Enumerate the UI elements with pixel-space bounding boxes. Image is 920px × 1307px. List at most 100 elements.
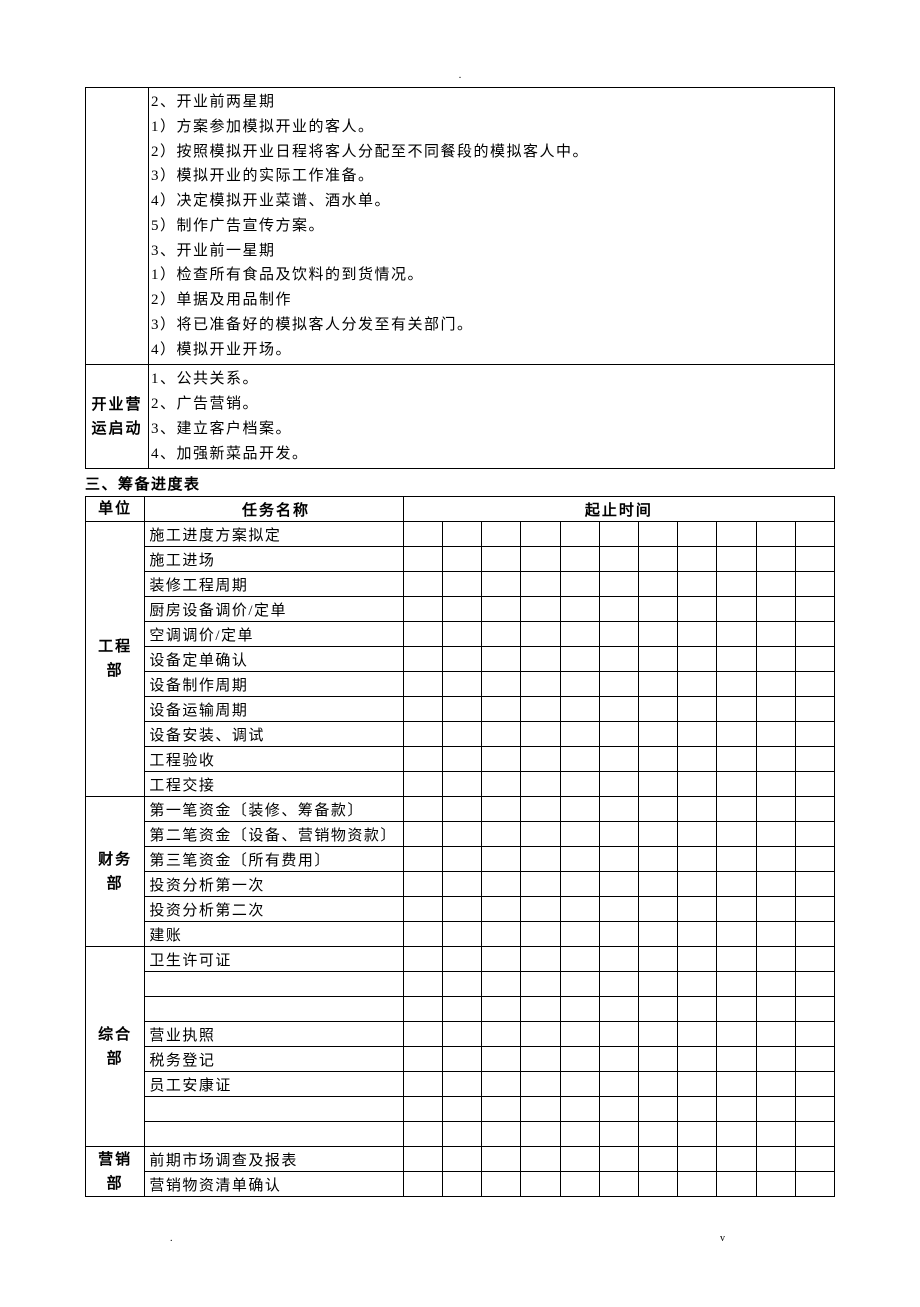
- time-cell: [521, 1022, 560, 1047]
- time-cell: [521, 722, 560, 747]
- time-cell: [482, 647, 521, 672]
- time-cell: [403, 1147, 442, 1172]
- time-cell: [717, 547, 756, 572]
- time-cell: [756, 697, 795, 722]
- time-cell: [599, 1147, 638, 1172]
- time-cell: [482, 722, 521, 747]
- task-cell: 施工进场: [145, 547, 403, 572]
- time-cell: [521, 1122, 560, 1147]
- time-cell: [717, 997, 756, 1022]
- table-row: 建账: [86, 922, 835, 947]
- time-cell: [482, 1072, 521, 1097]
- time-cell: [638, 772, 677, 797]
- time-cell: [482, 897, 521, 922]
- time-cell: [599, 597, 638, 622]
- time-cell: [560, 747, 599, 772]
- time-cell: [521, 1047, 560, 1072]
- time-cell: [717, 747, 756, 772]
- time-cell: [795, 897, 834, 922]
- schedule-table: 单位任务名称起止时间工程部施工进度方案拟定 施工进场 装修工程周期 厨房设备调价…: [85, 496, 835, 1197]
- time-cell: [442, 947, 481, 972]
- time-cell: [795, 822, 834, 847]
- task-cell: 第二笔资金〔设备、营销物资款〕: [145, 822, 403, 847]
- time-cell: [560, 1172, 599, 1197]
- time-cell: [678, 697, 717, 722]
- time-cell: [521, 797, 560, 822]
- task-cell: [145, 972, 403, 997]
- time-cell: [403, 847, 442, 872]
- time-cell: [560, 872, 599, 897]
- time-cell: [599, 1047, 638, 1072]
- time-cell: [756, 872, 795, 897]
- table-row: [86, 1097, 835, 1122]
- footer: . v: [85, 1233, 835, 1247]
- table-row: 第三笔资金〔所有费用〕: [86, 847, 835, 872]
- time-cell: [403, 1122, 442, 1147]
- header-unit: 单位: [86, 497, 145, 522]
- time-cell: [403, 897, 442, 922]
- time-cell: [638, 722, 677, 747]
- table-row: 税务登记: [86, 1047, 835, 1072]
- time-cell: [638, 622, 677, 647]
- stage-label: 开业营运启动: [86, 365, 149, 469]
- time-cell: [442, 922, 481, 947]
- stage-label: [86, 88, 149, 365]
- time-cell: [521, 847, 560, 872]
- table-row: 空调调价/定单: [86, 622, 835, 647]
- time-cell: [678, 597, 717, 622]
- time-cell: [442, 1097, 481, 1122]
- time-cell: [560, 647, 599, 672]
- time-cell: [482, 747, 521, 772]
- time-cell: [795, 872, 834, 897]
- time-cell: [638, 1022, 677, 1047]
- time-cell: [599, 672, 638, 697]
- time-cell: [521, 822, 560, 847]
- task-cell: 设备定单确认: [145, 647, 403, 672]
- time-cell: [638, 822, 677, 847]
- time-cell: [756, 1047, 795, 1072]
- task-cell: 前期市场调查及报表: [145, 1147, 403, 1172]
- time-cell: [482, 822, 521, 847]
- time-cell: [442, 997, 481, 1022]
- time-cell: [717, 1022, 756, 1047]
- time-cell: [678, 1097, 717, 1122]
- time-cell: [638, 697, 677, 722]
- section3-title: 三、筹备进度表: [85, 473, 835, 494]
- time-cell: [756, 772, 795, 797]
- time-cell: [795, 1047, 834, 1072]
- time-cell: [599, 947, 638, 972]
- time-cell: [756, 547, 795, 572]
- time-cell: [638, 1147, 677, 1172]
- header-task: 任务名称: [145, 497, 403, 522]
- time-cell: [560, 897, 599, 922]
- task-cell: 设备制作周期: [145, 672, 403, 697]
- time-cell: [403, 647, 442, 672]
- table-row: 营销部前期市场调查及报表: [86, 1147, 835, 1172]
- time-cell: [442, 872, 481, 897]
- time-cell: [403, 947, 442, 972]
- time-cell: [678, 647, 717, 672]
- time-cell: [442, 522, 481, 547]
- task-cell: 第三笔资金〔所有费用〕: [145, 847, 403, 872]
- time-cell: [795, 947, 834, 972]
- time-cell: [717, 1097, 756, 1122]
- time-cell: [599, 547, 638, 572]
- time-cell: [442, 672, 481, 697]
- time-cell: [482, 1047, 521, 1072]
- table-row: 第二笔资金〔设备、营销物资款〕: [86, 822, 835, 847]
- time-cell: [795, 922, 834, 947]
- time-cell: [442, 972, 481, 997]
- stage-table: 2、开业前两星期1）方案参加模拟开业的客人。2）按照模拟开业日程将客人分配至不同…: [85, 87, 835, 469]
- unit-cell: 营销部: [86, 1147, 145, 1197]
- footer-dot: .: [170, 1233, 173, 1244]
- table-row: 综合部卫生许可证: [86, 947, 835, 972]
- time-cell: [717, 772, 756, 797]
- time-cell: [717, 1147, 756, 1172]
- time-cell: [521, 1097, 560, 1122]
- time-cell: [403, 522, 442, 547]
- time-cell: [678, 872, 717, 897]
- time-cell: [560, 1097, 599, 1122]
- time-cell: [795, 1022, 834, 1047]
- time-cell: [638, 597, 677, 622]
- time-cell: [638, 847, 677, 872]
